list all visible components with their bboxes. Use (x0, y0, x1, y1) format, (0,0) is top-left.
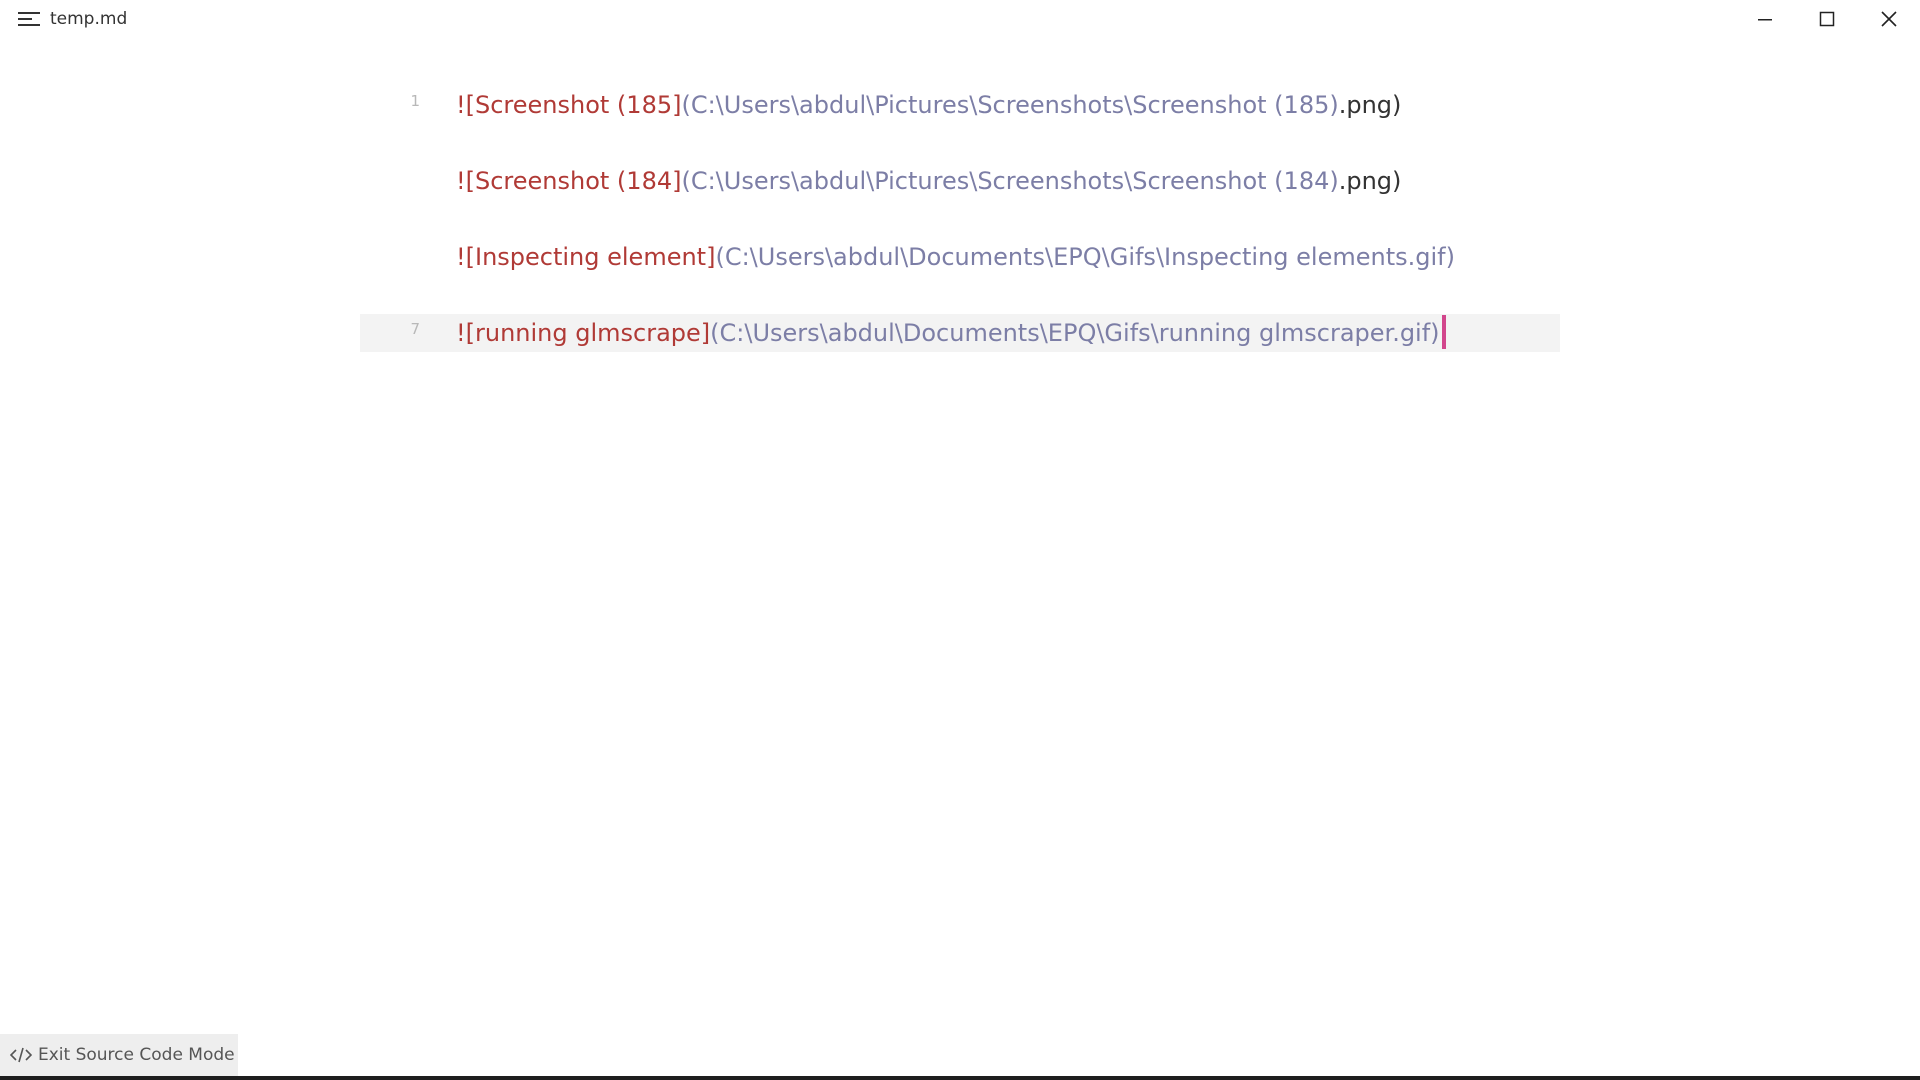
document-title: temp.md (50, 9, 128, 29)
image-path-tail: .png) (1338, 91, 1402, 119)
hamburger-menu-icon (18, 12, 40, 26)
line-number: 7 (410, 320, 420, 338)
image-alt-text: ![running glmscrape] (456, 319, 711, 347)
image-alt-text: ![Screenshot (184] (456, 167, 682, 195)
line-content[interactable]: ![Inspecting element](C:\Users\abdul\Doc… (456, 238, 1455, 276)
maximize-icon (1819, 11, 1835, 27)
code-icon (10, 1047, 32, 1063)
editor-line[interactable]: ![Inspecting element](C:\Users\abdul\Doc… (360, 238, 1560, 276)
close-button[interactable] (1858, 0, 1920, 38)
image-path: (C:\Users\abdul\Documents\EPQ\Gifs\Inspe… (715, 243, 1455, 271)
editor-line[interactable]: ![Screenshot (184](C:\Users\abdul\Pictur… (360, 162, 1560, 200)
text-cursor (1441, 315, 1446, 349)
exit-source-code-mode-button[interactable]: Exit Source Code Mode (0, 1034, 238, 1076)
line-number: 1 (410, 92, 420, 110)
title-bar: temp.md (0, 0, 1920, 38)
window-bottom-border (0, 1076, 1920, 1080)
window-controls (1734, 0, 1920, 38)
editor-line-active[interactable]: 7 ![running glmscrape](C:\Users\abdul\Do… (360, 314, 1560, 352)
image-path: (C:\Users\abdul\Pictures\Screenshots\Scr… (681, 167, 1339, 195)
maximize-button[interactable] (1796, 0, 1858, 38)
minimize-icon (1758, 19, 1772, 21)
exit-source-code-mode-label: Exit Source Code Mode (38, 1045, 235, 1065)
image-alt-text: ![Inspecting element] (456, 243, 716, 271)
close-icon (1881, 11, 1897, 27)
image-path: (C:\Users\abdul\Documents\EPQ\Gifs\runni… (710, 319, 1440, 347)
image-path-tail: .png) (1338, 167, 1402, 195)
image-alt-text: ![Screenshot (185] (456, 91, 682, 119)
hamburger-menu-button[interactable] (14, 8, 44, 30)
line-content[interactable]: ![running glmscrape](C:\Users\abdul\Docu… (456, 314, 1446, 352)
editor-line[interactable]: 1 ![Screenshot (185](C:\Users\abdul\Pict… (360, 86, 1560, 124)
image-path: (C:\Users\abdul\Pictures\Screenshots\Scr… (681, 91, 1339, 119)
minimize-button[interactable] (1734, 0, 1796, 38)
line-content[interactable]: ![Screenshot (184](C:\Users\abdul\Pictur… (456, 162, 1401, 200)
line-content[interactable]: ![Screenshot (185](C:\Users\abdul\Pictur… (456, 86, 1401, 124)
